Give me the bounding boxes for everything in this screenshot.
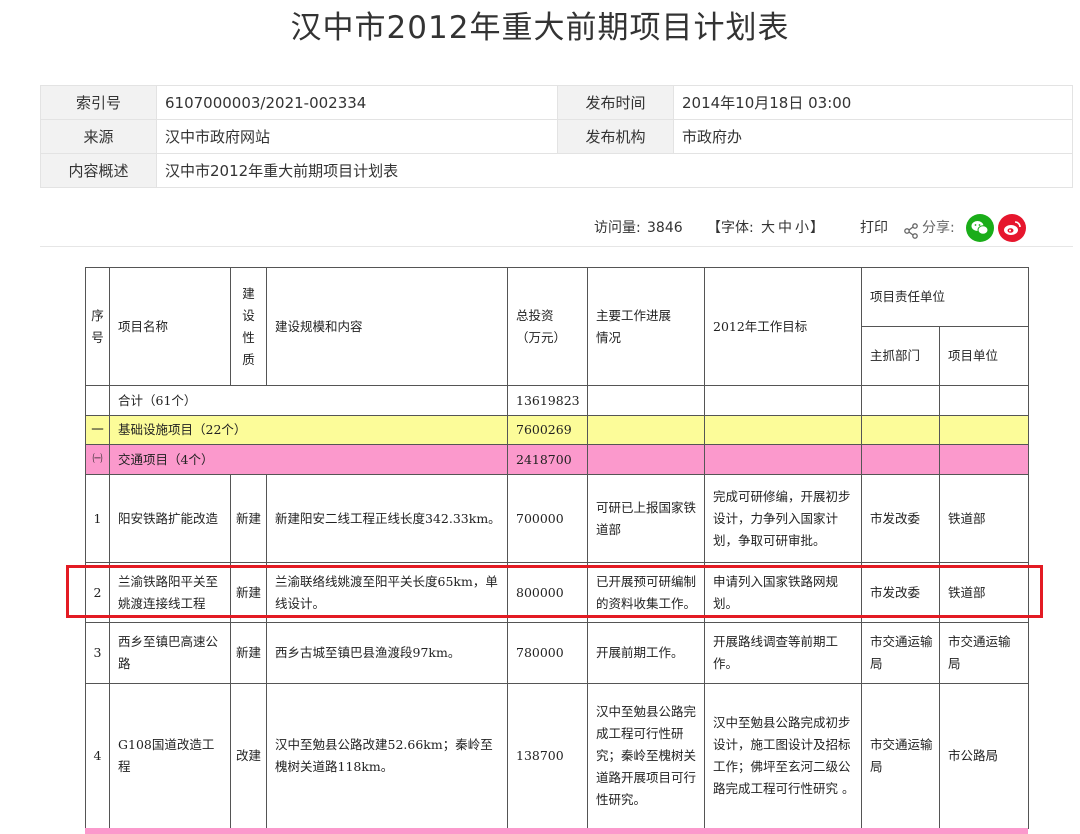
row4-invest: 138700 <box>507 683 588 829</box>
row3-invest: 780000 <box>507 622 588 684</box>
source-value: 汉中市政府网站 <box>156 119 558 154</box>
wechat-share-icon[interactable] <box>966 214 994 242</box>
row4-name: G108国道改造工程 <box>109 683 231 829</box>
font-size-prefix: 【字体: <box>707 220 754 236</box>
row4-unit: 市公路局 <box>939 683 1029 829</box>
source-label: 来源 <box>40 119 157 154</box>
header-scale: 建设规模和内容 <box>266 267 508 386</box>
highlight-box <box>66 565 1043 618</box>
row3-goal: 开展路线调查等前期工作。 <box>704 622 862 684</box>
row4-dept: 市交通运输局 <box>861 683 940 829</box>
row3-seq: 3 <box>85 622 110 684</box>
row1-name: 阳安铁路扩能改造 <box>109 474 231 563</box>
total-name: 合计（61个） <box>109 385 508 416</box>
index-value: 6107000003/2021-002334 <box>156 85 558 120</box>
group1-seq: 一 <box>85 415 110 445</box>
row1-scale: 新建阳安二线工程正线长度342.33km。 <box>266 474 508 563</box>
row3-unit: 市交通运输局 <box>939 622 1029 684</box>
summary-label: 内容概述 <box>40 153 157 188</box>
total-invest: 13619823 <box>507 385 588 416</box>
header-unit: 项目单位 <box>939 326 1029 386</box>
group1-invest: 7600269 <box>507 415 588 445</box>
header-goal: 2012年工作目标 <box>704 267 862 386</box>
header-nature: 建设性质 <box>230 267 267 386</box>
group2-name: 交通项目（4个） <box>109 444 508 475</box>
row4-nature: 改建 <box>230 683 267 829</box>
row1-progress: 可研已上报国家铁道部 <box>587 474 705 563</box>
header-progress: 主要工作进展情况 <box>587 267 705 386</box>
index-label: 索引号 <box>40 85 157 120</box>
visits-label: 访问量: <box>594 220 641 236</box>
row3-scale: 西乡古城至镇巴县渔渡段97km。 <box>266 622 508 684</box>
group1-name: 基础设施项目（22个） <box>109 415 508 445</box>
header-resp: 项目责任单位 <box>861 267 1029 327</box>
row1-goal: 完成可研修编，开展初步设计，力争列入国家计划，争取可研审批。 <box>704 474 862 563</box>
row1-nature: 新建 <box>230 474 267 563</box>
share-icon <box>903 221 919 249</box>
table-row: 3 西乡至镇巴高速公路 新建 西乡古城至镇巴县渔渡段97km。 780000 开… <box>85 622 1029 684</box>
toolbar-divider <box>40 246 1073 247</box>
group2-seq: ㈠ <box>85 444 110 475</box>
row3-dept: 市交通运输局 <box>861 622 940 684</box>
weibo-share-icon[interactable] <box>998 214 1026 242</box>
org-label: 发布机构 <box>557 119 674 154</box>
header-dept: 主抓部门 <box>861 326 940 386</box>
table-header-row: 序号 项目名称 建设性质 建设规模和内容 总投资（万元） 主要工作进展情况 20… <box>85 267 1029 386</box>
row4-progress: 汉中至勉县公路完成工程可行性研究；秦岭至槐树关道路开展项目可行性研究。 <box>587 683 705 829</box>
font-size-suffix: 】 <box>810 220 824 236</box>
row1-dept: 市发改委 <box>861 474 940 563</box>
header-seq: 序号 <box>85 267 110 386</box>
row4-goal: 汉中至勉县公路完成初步设计，施工图设计及招标工作；佛坪至玄河二级公路完成工程可行… <box>704 683 862 829</box>
header-invest: 总投资（万元） <box>507 267 588 386</box>
next-group-row-edge <box>85 828 1028 834</box>
row3-nature: 新建 <box>230 622 267 684</box>
share-label: 分享: <box>922 220 955 236</box>
print-button[interactable]: 打印 <box>860 214 888 242</box>
group2-invest: 2418700 <box>507 444 588 475</box>
article-toolbar: 访问量: 3846 【字体: 大 中 小 】 打印 分享: <box>0 214 1080 242</box>
meta-info-table: 索引号 6107000003/2021-002334 发布时间 2014年10月… <box>40 85 1073 188</box>
pubtime-value: 2014年10月18日 03:00 <box>673 85 1073 120</box>
total-row: 合计（61个） 13619823 <box>85 385 1029 416</box>
row3-progress: 开展前期工作。 <box>587 622 705 684</box>
row1-invest: 700000 <box>507 474 588 563</box>
pubtime-label: 发布时间 <box>557 85 674 120</box>
page-title: 汉中市2012年重大前期项目计划表 <box>290 10 790 46</box>
org-value: 市政府办 <box>673 119 1073 154</box>
group-row-infrastructure: 一 基础设施项目（22个） 7600269 <box>85 415 1029 445</box>
row4-scale: 汉中至勉县公路改建52.66km；秦岭至槐树关道路118km。 <box>266 683 508 829</box>
row1-seq: 1 <box>85 474 110 563</box>
row4-seq: 4 <box>85 683 110 829</box>
group-row-transport: ㈠ 交通项目（4个） 2418700 <box>85 444 1029 475</box>
row1-unit: 铁道部 <box>939 474 1029 563</box>
table-row: 1 阳安铁路扩能改造 新建 新建阳安二线工程正线长度342.33km。 7000… <box>85 474 1029 563</box>
visits-count: 3846 <box>647 220 683 236</box>
font-small-button[interactable]: 小 <box>795 214 809 242</box>
font-medium-button[interactable]: 中 <box>778 214 792 242</box>
header-name: 项目名称 <box>109 267 231 386</box>
summary-value: 汉中市2012年重大前期项目计划表 <box>156 153 1073 188</box>
table-row: 4 G108国道改造工程 改建 汉中至勉县公路改建52.66km；秦岭至槐树关道… <box>85 683 1029 829</box>
project-plan-table: 序号 项目名称 建设性质 建设规模和内容 总投资（万元） 主要工作进展情况 20… <box>85 267 1029 829</box>
row3-name: 西乡至镇巴高速公路 <box>109 622 231 684</box>
font-large-button[interactable]: 大 <box>761 214 775 242</box>
